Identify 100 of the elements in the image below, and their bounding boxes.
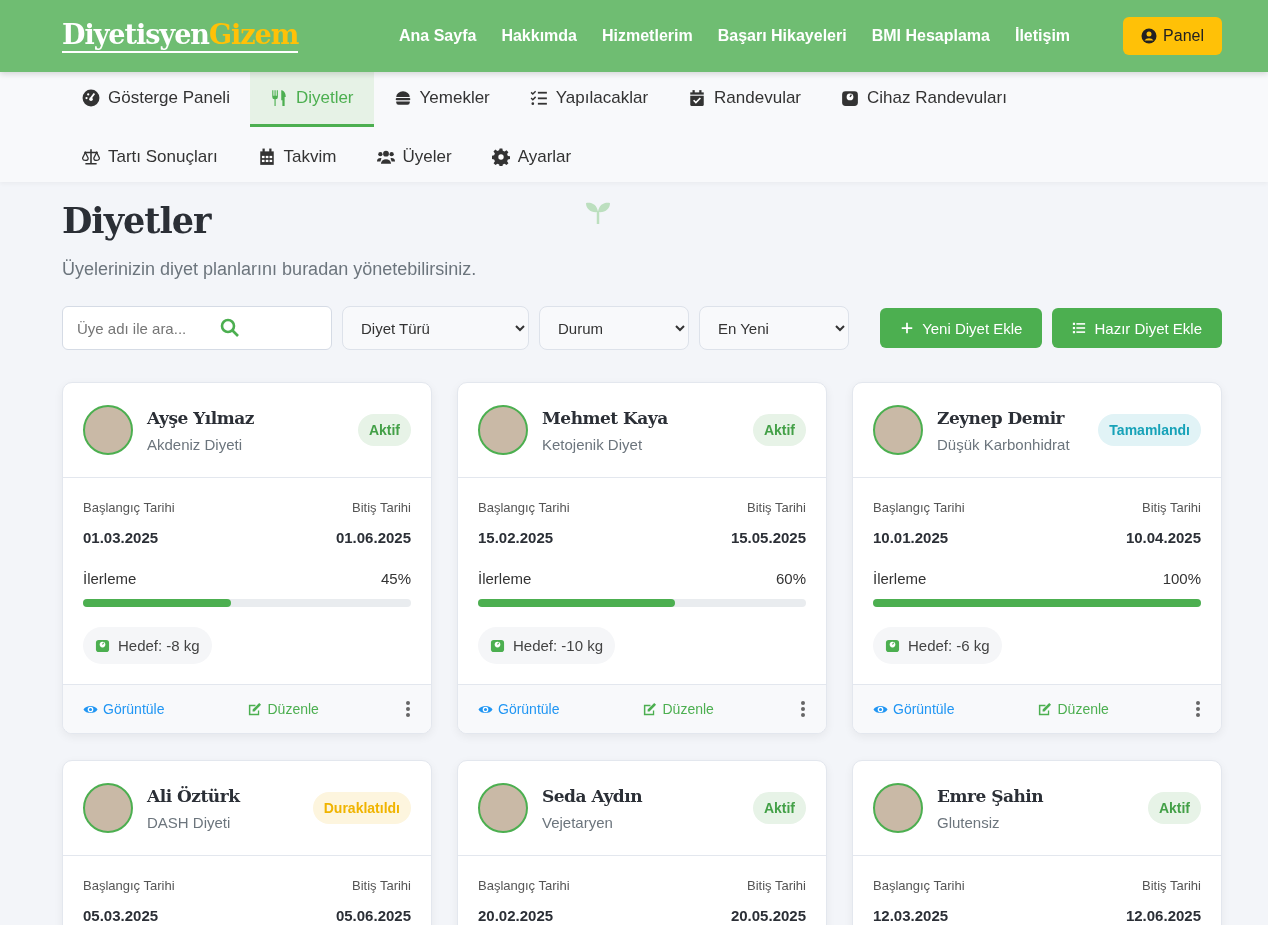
end-date-label: Bitiş Tarihi bbox=[746, 878, 806, 893]
start-date: 10.01.2025 bbox=[873, 529, 950, 546]
end-date-label: Bitiş Tarihi bbox=[746, 500, 806, 515]
end-date: 20.05.2025 bbox=[730, 907, 806, 924]
checklist-icon bbox=[529, 89, 548, 107]
edit-icon bbox=[1037, 701, 1053, 717]
progress-percent: 60% bbox=[775, 570, 806, 587]
goal-text: Hedef: -6 kg bbox=[908, 637, 990, 654]
edit-link[interactable]: Düzenle bbox=[247, 701, 319, 717]
add-button[interactable]: Hazır Diyet Ekle bbox=[1052, 308, 1222, 348]
nav-link[interactable]: Ana Sayfa bbox=[399, 27, 477, 45]
goal-text: Hedef: -8 kg bbox=[118, 637, 200, 654]
start-date: 05.03.2025 bbox=[83, 907, 160, 924]
status-badge: Aktif bbox=[1147, 792, 1201, 824]
panel-button[interactable]: Panel bbox=[1123, 17, 1222, 55]
nav-tab[interactable]: Takvim bbox=[237, 131, 357, 186]
nav-tab[interactable]: Ayarlar bbox=[471, 131, 592, 186]
end-date: 15.05.2025 bbox=[730, 529, 806, 546]
diet-type: Glutensiz bbox=[937, 813, 1001, 831]
nav-tab[interactable]: Cihaz Randevuları bbox=[821, 72, 1027, 127]
calendar-check-icon bbox=[688, 89, 707, 107]
nav-tab[interactable]: Yemekler bbox=[373, 72, 510, 127]
edit-link[interactable]: Düzenle bbox=[642, 701, 714, 717]
avatar-placeholder bbox=[873, 405, 923, 455]
plus-icon bbox=[900, 321, 915, 335]
nav-link[interactable]: BMI Hesaplama bbox=[871, 27, 990, 45]
member-name: Mehmet Kaya bbox=[542, 407, 669, 428]
diet-type: Vejetaryen bbox=[542, 813, 614, 831]
more-options-icon[interactable] bbox=[800, 700, 806, 718]
add-button[interactable]: Yeni Diyet Ekle bbox=[880, 308, 1043, 348]
more-options-icon[interactable] bbox=[1195, 700, 1201, 718]
diet-type: Düşük Karbonhidrat bbox=[937, 435, 1071, 453]
avatar-placeholder bbox=[478, 405, 528, 455]
nav-tab[interactable]: Yapılacaklar bbox=[509, 72, 669, 127]
progress-percent: 45% bbox=[380, 570, 411, 587]
nav-tab[interactable]: Gösterge Paneli bbox=[62, 72, 250, 127]
start-date: 01.03.2025 bbox=[83, 529, 160, 546]
status-badge: Duraklatıldı bbox=[312, 792, 411, 824]
progress-label: İlerleme bbox=[873, 570, 927, 587]
nav-link[interactable]: İletişim bbox=[1014, 27, 1071, 45]
filter-dropdown[interactable]: En Yeni bbox=[699, 306, 849, 350]
start-date-label: Başlangıç Tarihi bbox=[873, 878, 965, 893]
search-icon bbox=[220, 318, 240, 338]
start-date-label: Başlangıç Tarihi bbox=[83, 878, 175, 893]
member-name: Seda Aydın bbox=[542, 785, 644, 806]
diet-type: Akdeniz Diyeti bbox=[147, 435, 244, 453]
member-name: Ayşe Yılmaz bbox=[147, 407, 255, 428]
end-date-label: Bitiş Tarihi bbox=[351, 500, 411, 515]
avatar-placeholder bbox=[83, 783, 133, 833]
utensils-icon bbox=[269, 89, 288, 107]
view-link[interactable]: Görüntüle bbox=[83, 701, 165, 717]
filter-dropdown[interactable]: Durum bbox=[539, 306, 689, 350]
nav-link[interactable]: Başarı Hikayeleri bbox=[717, 27, 847, 45]
nav-tab[interactable]: Diyetler bbox=[249, 72, 374, 127]
view-link[interactable]: Görüntüle bbox=[873, 701, 955, 717]
site-logo[interactable]: DiyetisyenGizem bbox=[62, 19, 299, 53]
progress-label: İlerleme bbox=[83, 570, 137, 587]
end-date-label: Bitiş Tarihi bbox=[351, 878, 411, 893]
end-date: 12.06.2025 bbox=[1125, 907, 1201, 924]
more-options-icon[interactable] bbox=[405, 700, 411, 718]
end-date: 10.04.2025 bbox=[1125, 529, 1201, 546]
page-subtitle: Üyelerinizin diyet planlarını buradan yönetebilirsiniz. bbox=[62, 259, 478, 280]
avatar-placeholder bbox=[83, 405, 133, 455]
page-title: Diyetler bbox=[62, 200, 211, 241]
nav-tab[interactable]: Randevular bbox=[668, 72, 822, 127]
balance-scale-icon bbox=[82, 148, 100, 166]
settings-icon bbox=[491, 148, 510, 166]
filter-dropdown[interactable]: Diyet Türü bbox=[342, 306, 529, 350]
member-name: Ali Öztürk bbox=[147, 785, 242, 806]
start-date-label: Başlangıç Tarihi bbox=[478, 878, 570, 893]
edit-icon bbox=[642, 701, 658, 717]
users-icon bbox=[376, 148, 395, 166]
nav-tab[interactable]: Tartı Sonuçları bbox=[62, 131, 238, 186]
end-date-label: Bitiş Tarihi bbox=[1141, 500, 1201, 515]
avatar-placeholder bbox=[478, 783, 528, 833]
start-date: 15.02.2025 bbox=[478, 529, 555, 546]
start-date-label: Başlangıç Tarihi bbox=[873, 500, 965, 515]
end-date: 05.06.2025 bbox=[335, 907, 411, 924]
start-date: 20.02.2025 bbox=[478, 907, 555, 924]
list-icon bbox=[1072, 321, 1087, 335]
scale-icon bbox=[885, 638, 900, 653]
end-date: 01.06.2025 bbox=[335, 529, 411, 546]
user-icon bbox=[1141, 28, 1158, 44]
scale-icon bbox=[841, 89, 860, 107]
status-badge: Aktif bbox=[357, 414, 411, 446]
nav-tab[interactable]: Üyeler bbox=[356, 131, 472, 186]
edit-link[interactable]: Düzenle bbox=[1037, 701, 1109, 717]
diet-type: DASH Diyeti bbox=[147, 813, 232, 831]
gauge-icon bbox=[82, 89, 100, 107]
view-link[interactable]: Görüntüle bbox=[478, 701, 560, 717]
search-field[interactable]: Üye adı ile ara... bbox=[62, 306, 332, 350]
goal-text: Hedef: -10 kg bbox=[513, 637, 604, 654]
start-date-label: Başlangıç Tarihi bbox=[478, 500, 570, 515]
nav-link[interactable]: Hakkımda bbox=[501, 27, 577, 45]
progress-percent: 100% bbox=[1162, 570, 1201, 587]
start-date: 12.03.2025 bbox=[873, 907, 950, 924]
nav-link[interactable]: Hizmetlerim bbox=[602, 27, 693, 45]
status-badge: Aktif bbox=[752, 792, 806, 824]
diet-type: Ketojenik Diyet bbox=[542, 435, 644, 453]
member-name: Zeynep Demir bbox=[937, 407, 1066, 428]
